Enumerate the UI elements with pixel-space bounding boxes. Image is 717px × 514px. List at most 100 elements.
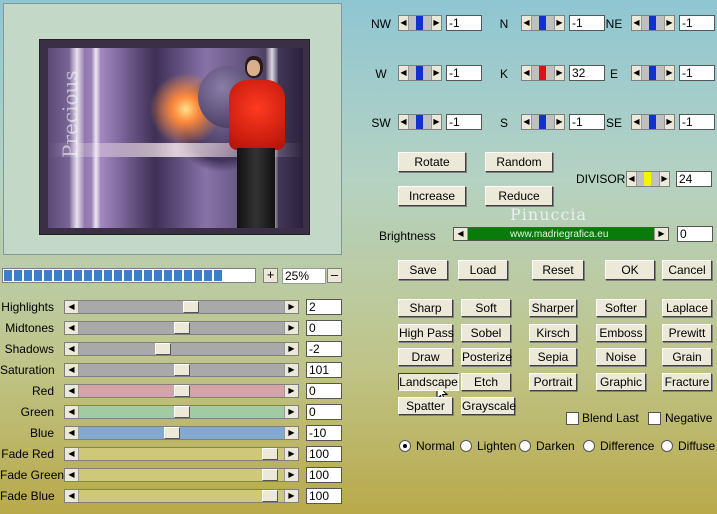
arrow-right-icon[interactable]: ▶ (284, 301, 298, 313)
rotate-button[interactable]: Rotate (398, 152, 466, 172)
zoom-in-button[interactable]: + (263, 268, 278, 283)
matrix-value-field[interactable]: -1 (446, 15, 482, 31)
slider-thumb[interactable] (262, 448, 278, 460)
matrix-value-field[interactable]: -1 (679, 65, 715, 81)
slider-thumb[interactable] (183, 301, 199, 313)
save-button[interactable]: Save (398, 260, 448, 280)
arrow-right-icon[interactable]: ▶ (431, 115, 441, 129)
matrix-slider[interactable]: ◀ ▶ (631, 15, 675, 31)
load-button[interactable]: Load (458, 260, 508, 280)
adjustment-slider[interactable]: ◀ ▶ (64, 363, 299, 377)
blend-last-checkbox[interactable] (566, 412, 579, 425)
filter-spatter-button[interactable]: Spatter (398, 397, 453, 415)
arrow-right-icon[interactable]: ▶ (284, 364, 298, 376)
slider-thumb[interactable] (174, 406, 190, 418)
slider-value-field[interactable]: 0 (306, 404, 342, 420)
slider-thumb[interactable] (155, 343, 171, 355)
arrow-right-icon[interactable]: ▶ (284, 406, 298, 418)
slider-value-field[interactable]: 0 (306, 320, 342, 336)
slider-value-field[interactable]: 100 (306, 467, 342, 483)
slider-value-field[interactable]: 101 (306, 362, 342, 378)
slider-value-field[interactable]: 0 (306, 383, 342, 399)
filter-posterize-button[interactable]: Posterize (461, 348, 512, 366)
slider-value-field[interactable]: 100 (306, 488, 342, 504)
slider-value-field[interactable]: 100 (306, 446, 342, 462)
cancel-button[interactable]: Cancel (662, 260, 712, 280)
adjustment-slider[interactable]: ◀ ▶ (64, 426, 299, 440)
filter-sharp-button[interactable]: Sharp (398, 299, 453, 317)
arrow-left-icon[interactable]: ◀ (454, 228, 468, 240)
matrix-knob[interactable] (416, 66, 423, 80)
slider-thumb[interactable] (174, 364, 190, 376)
arrow-left-icon[interactable]: ◀ (65, 469, 79, 481)
filter-landscape-button[interactable]: Landscape (398, 372, 459, 391)
slider-value-field[interactable]: 2 (306, 299, 342, 315)
arrow-right-icon[interactable]: ▶ (284, 469, 298, 481)
adjustment-slider[interactable]: ◀ ▶ (64, 447, 299, 461)
arrow-left-icon[interactable]: ◀ (65, 343, 79, 355)
filter-kirsch-button[interactable]: Kirsch (529, 323, 577, 342)
matrix-slider[interactable]: ◀ ▶ (398, 114, 442, 130)
matrix-slider[interactable]: ◀ ▶ (521, 65, 565, 81)
arrow-right-icon[interactable]: ▶ (664, 115, 674, 129)
arrow-left-icon[interactable]: ◀ (522, 66, 532, 80)
matrix-slider[interactable]: ◀ ▶ (398, 65, 442, 81)
matrix-knob[interactable] (539, 16, 546, 30)
matrix-value-field[interactable]: -1 (446, 65, 482, 81)
random-button[interactable]: Random (485, 152, 553, 172)
matrix-value-field[interactable]: 32 (569, 65, 605, 81)
filter-sobel-button[interactable]: Sobel (461, 323, 511, 342)
filter-noise-button[interactable]: Noise (596, 348, 646, 366)
filter-soft-button[interactable]: Soft (461, 299, 511, 317)
arrow-right-icon[interactable]: ▶ (554, 115, 564, 129)
arrow-left-icon[interactable]: ◀ (65, 301, 79, 313)
mode-difference-radio[interactable] (583, 440, 595, 452)
slider-thumb[interactable] (174, 322, 190, 334)
matrix-value-field[interactable]: -1 (569, 114, 605, 130)
matrix-slider[interactable]: ◀ ▶ (521, 15, 565, 31)
mode-normal-radio[interactable] (399, 440, 411, 452)
arrow-left-icon[interactable]: ◀ (632, 115, 642, 129)
divisor-field[interactable]: 24 (676, 171, 712, 187)
slider-value-field[interactable]: -2 (306, 341, 342, 357)
matrix-value-field[interactable]: -1 (446, 114, 482, 130)
arrow-right-icon[interactable]: ▶ (654, 228, 668, 240)
matrix-value-field[interactable]: -1 (569, 15, 605, 31)
divisor-knob[interactable] (644, 172, 651, 186)
arrow-left-icon[interactable]: ◀ (522, 16, 532, 30)
arrow-right-icon[interactable]: ▶ (659, 172, 669, 186)
arrow-left-icon[interactable]: ◀ (399, 115, 409, 129)
matrix-slider[interactable]: ◀ ▶ (398, 15, 442, 31)
arrow-right-icon[interactable]: ▶ (284, 343, 298, 355)
matrix-knob[interactable] (416, 115, 423, 129)
adjustment-slider[interactable]: ◀ ▶ (64, 321, 299, 335)
slider-thumb[interactable] (174, 385, 190, 397)
filter-portrait-button[interactable]: Portrait (529, 372, 577, 391)
divisor-slider[interactable]: ◀ ▶ (626, 171, 670, 187)
adjustment-slider[interactable]: ◀ ▶ (64, 405, 299, 419)
arrow-right-icon[interactable]: ▶ (284, 322, 298, 334)
matrix-slider[interactable]: ◀ ▶ (631, 65, 675, 81)
arrow-right-icon[interactable]: ▶ (664, 16, 674, 30)
adjustment-slider[interactable]: ◀ ▶ (64, 489, 299, 503)
arrow-left-icon[interactable]: ◀ (65, 427, 79, 439)
increase-button[interactable]: Increase (398, 186, 466, 206)
filter-etch-button[interactable]: Etch (461, 372, 511, 391)
slider-value-field[interactable]: -10 (306, 425, 342, 441)
adjustment-slider[interactable]: ◀ ▶ (64, 300, 299, 314)
ok-button[interactable]: OK (605, 260, 655, 280)
slider-thumb[interactable] (262, 469, 278, 481)
filter-grayscale-button[interactable]: Grayscale (461, 397, 516, 415)
arrow-left-icon[interactable]: ◀ (399, 16, 409, 30)
zoom-out-button[interactable]: – (327, 268, 342, 283)
adjustment-slider[interactable]: ◀ ▶ (64, 384, 299, 398)
arrow-right-icon[interactable]: ▶ (554, 66, 564, 80)
matrix-value-field[interactable]: -1 (679, 114, 715, 130)
matrix-knob[interactable] (416, 16, 423, 30)
arrow-right-icon[interactable]: ▶ (554, 16, 564, 30)
mode-diffuse-radio[interactable] (661, 440, 673, 452)
filter-draw-button[interactable]: Draw (398, 348, 453, 366)
matrix-knob[interactable] (539, 66, 546, 80)
mode-darken-radio[interactable] (519, 440, 531, 452)
arrow-left-icon[interactable]: ◀ (65, 322, 79, 334)
